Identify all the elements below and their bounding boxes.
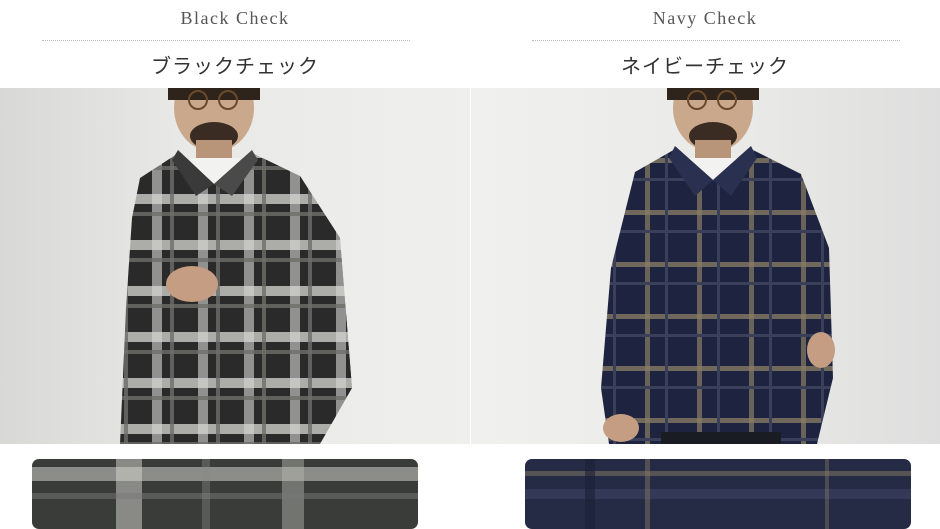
product-title-jp: ブラックチェック [151,54,319,78]
model-photo-navy[interactable] [471,88,940,444]
model-illustration [601,88,835,444]
product-title-jp: ネイビーチェック [621,54,789,78]
fabric-swatch-navy[interactable] [525,459,911,529]
model-photo-black[interactable] [0,88,470,444]
title-divider [532,40,900,41]
product-column-navy: Navy Check ネイビーチェック [470,0,940,529]
product-column-black: Black Check ブラックチェック [0,0,470,529]
fabric-texture [525,459,911,529]
model-illustration [120,88,352,444]
fabric-swatch-black[interactable] [32,459,418,529]
fabric-texture [32,459,418,529]
title-divider [42,40,410,41]
product-title-en: Black Check [180,8,290,28]
product-title-en: Navy Check [652,8,758,28]
